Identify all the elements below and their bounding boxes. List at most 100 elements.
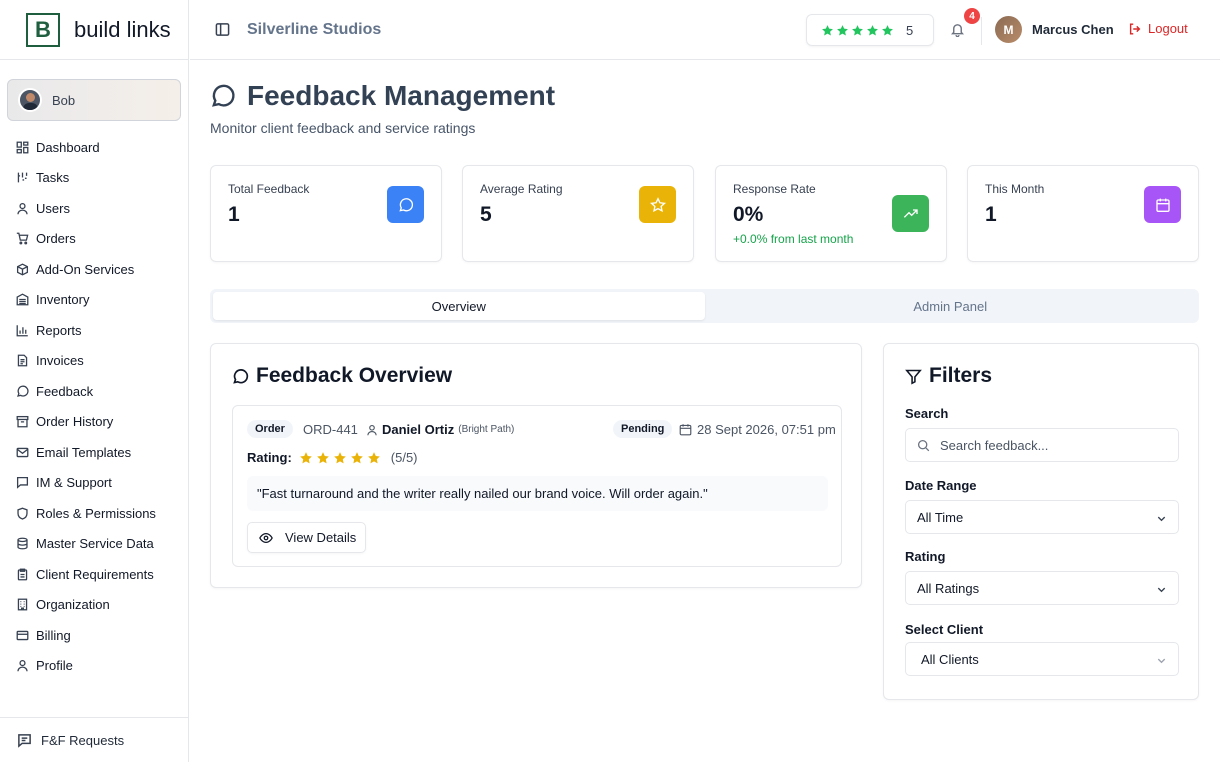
rating-summary[interactable]: 5 bbox=[806, 14, 934, 46]
rating-select[interactable]: All Ratings bbox=[905, 571, 1179, 605]
chevron-down-icon bbox=[1157, 587, 1166, 593]
org-name: Silverline Studios bbox=[247, 20, 382, 38]
sidebar-item-label: Client Requirements bbox=[36, 566, 154, 582]
date-range-label: Date Range bbox=[905, 478, 977, 493]
search-placeholder: Search feedback... bbox=[940, 437, 1049, 453]
brand[interactable]: B build links bbox=[0, 0, 188, 60]
stat-value: 1 bbox=[228, 203, 240, 226]
trending-up-icon bbox=[892, 195, 929, 232]
rating-text: (5/5) bbox=[390, 450, 418, 465]
stat-card-response-rate: Response Rate 0% +0.0% from last month bbox=[715, 165, 947, 262]
message-circle-icon bbox=[387, 186, 424, 223]
sidebar-item-label: IM & Support bbox=[36, 475, 112, 491]
message-circle-icon bbox=[233, 368, 249, 384]
panel-title-text: Feedback Overview bbox=[256, 364, 453, 387]
rating-label: Rating: bbox=[247, 450, 292, 465]
sidebar-item-tasks[interactable]: Tasks bbox=[0, 163, 189, 194]
chevron-down-icon bbox=[1157, 516, 1166, 522]
stat-card-this-month: This Month 1 bbox=[967, 165, 1199, 262]
sidebar-item-inventory[interactable]: Inventory bbox=[0, 285, 189, 316]
client-filter-value: All Clients bbox=[921, 651, 979, 667]
client-name: Daniel Ortiz bbox=[382, 422, 455, 437]
star-icon bbox=[367, 451, 380, 463]
sidebar-item-im-support[interactable]: IM & Support bbox=[0, 468, 189, 499]
stat-label: Average Rating bbox=[480, 182, 563, 196]
panel-title-text: Filters bbox=[929, 364, 993, 387]
sidebar-item-add-on-services[interactable]: Add-On Services bbox=[0, 254, 189, 285]
sidebar-item-reports[interactable]: Reports bbox=[0, 315, 189, 346]
chat-icon bbox=[16, 477, 29, 490]
client-filter-label: Select Client bbox=[905, 622, 984, 637]
sidebar-item-feedback[interactable]: Feedback bbox=[0, 376, 189, 407]
panel-title: Feedback Overview bbox=[232, 364, 452, 388]
sidebar-item-label: Invoices bbox=[36, 353, 84, 369]
topbar: Silverline Studios 5 4 M Marcus Chen Log… bbox=[190, 0, 1220, 60]
logout-label: Logout bbox=[1148, 21, 1188, 36]
date-range-value: All Time bbox=[917, 509, 964, 525]
tab-overview[interactable]: Overview bbox=[213, 292, 705, 320]
chevron-down-icon bbox=[1157, 658, 1166, 664]
rating-filter-value: All Ratings bbox=[917, 580, 980, 596]
bell-icon[interactable] bbox=[950, 22, 965, 37]
sidebar-item-label: Dashboard bbox=[36, 139, 100, 155]
logout-button[interactable]: Logout bbox=[1128, 21, 1188, 36]
star-icon bbox=[837, 24, 848, 35]
order-id[interactable]: ORD-441 bbox=[303, 422, 358, 437]
message-square-icon bbox=[18, 733, 31, 748]
feedback-quote: "Fast turnaround and the writer really n… bbox=[247, 476, 828, 511]
sidebar-item-users[interactable]: Users bbox=[0, 193, 189, 224]
sidebar-item-order-history[interactable]: Order History bbox=[0, 407, 189, 438]
stat-card-total-feedback: Total Feedback 1 bbox=[210, 165, 442, 262]
stat-value: 1 bbox=[985, 203, 997, 226]
brand-name: build links bbox=[74, 16, 171, 42]
sidebar-item-label: Orders bbox=[36, 231, 76, 247]
sidebar-item-label: Tasks bbox=[36, 170, 70, 186]
sidebar-item-profile[interactable]: Profile bbox=[0, 651, 189, 682]
sidebar-item-client-requirements[interactable]: Client Requirements bbox=[0, 559, 189, 590]
sidebar-item-label: Roles & Permissions bbox=[36, 505, 156, 521]
calendar-icon bbox=[679, 424, 692, 436]
type-badge: Order bbox=[247, 420, 293, 438]
sidebar-footer-label: F&F Requests bbox=[41, 732, 125, 748]
sidebar-item-orders[interactable]: Orders bbox=[0, 224, 189, 255]
archive-icon bbox=[16, 416, 29, 428]
sidebar-item-ff-requests[interactable]: F&F Requests bbox=[0, 717, 189, 762]
calendar-icon bbox=[1144, 186, 1181, 223]
user-icon bbox=[17, 202, 28, 214]
page-subtitle: Monitor client feedback and service rati… bbox=[210, 120, 476, 136]
message-icon bbox=[17, 385, 29, 397]
dashboard-icon bbox=[16, 141, 29, 154]
sidebar-item-roles-permissions[interactable]: Roles & Permissions bbox=[0, 498, 189, 529]
client-select[interactable]: All Clients bbox=[905, 642, 1179, 676]
sidebar-item-label: Profile bbox=[36, 658, 73, 674]
sidebar-toggle-icon[interactable] bbox=[215, 22, 230, 37]
sidebar-item-invoices[interactable]: Invoices bbox=[0, 346, 189, 377]
sidebar-item-label: Add-On Services bbox=[36, 261, 135, 277]
feedback-card: Order ORD-441 Daniel Ortiz (Bright Path)… bbox=[232, 405, 842, 567]
view-details-button[interactable]: View Details bbox=[247, 522, 366, 553]
sidebar-item-label: Organization bbox=[36, 597, 110, 613]
page-title: Feedback Management bbox=[210, 80, 555, 112]
stat-change: +0.0% from last month bbox=[733, 232, 854, 246]
user-icon bbox=[367, 424, 377, 435]
sidebar-item-label: Billing bbox=[36, 627, 71, 643]
current-user-name[interactable]: Marcus Chen bbox=[1032, 22, 1114, 37]
date-range-select[interactable]: All Time bbox=[905, 500, 1179, 534]
cart-icon bbox=[16, 232, 29, 245]
feedback-overview-panel: Feedback Overview Order ORD-441 Daniel O… bbox=[210, 343, 862, 588]
tab-admin-panel[interactable]: Admin Panel bbox=[705, 292, 1197, 320]
sidebar-item-billing[interactable]: Billing bbox=[0, 620, 189, 651]
logout-icon bbox=[1129, 22, 1141, 35]
sidebar-item-label: Order History bbox=[36, 414, 114, 430]
avatar[interactable]: M bbox=[995, 16, 1022, 43]
search-input[interactable]: Search feedback... bbox=[905, 428, 1179, 462]
sidebar-user-card[interactable]: Bob bbox=[7, 79, 181, 121]
sidebar-item-email-templates[interactable]: Email Templates bbox=[0, 437, 189, 468]
sidebar-item-master-service-data[interactable]: Master Service Data bbox=[0, 529, 189, 560]
clipboard-icon bbox=[17, 568, 28, 581]
divider bbox=[981, 17, 982, 45]
sidebar-item-dashboard[interactable]: Dashboard bbox=[0, 132, 189, 163]
panel-title: Filters bbox=[905, 364, 992, 388]
star-icon bbox=[822, 24, 833, 35]
sidebar-item-organization[interactable]: Organization bbox=[0, 590, 189, 621]
